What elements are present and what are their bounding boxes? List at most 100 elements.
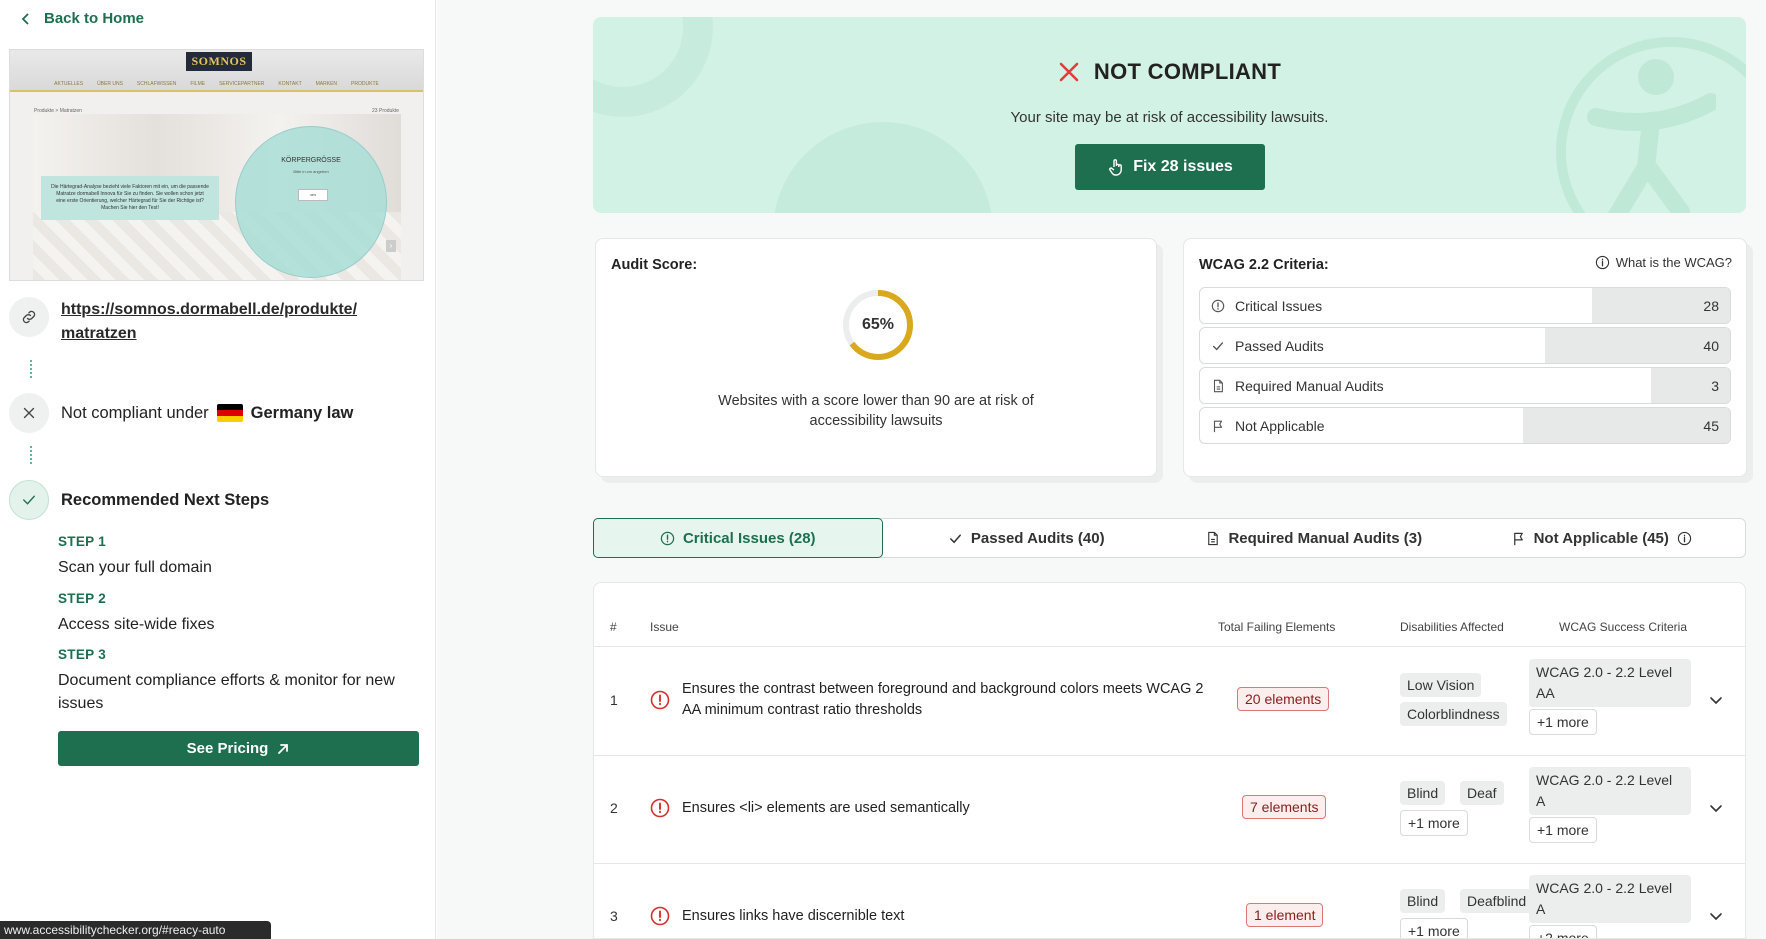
compliance-row: Not compliant under Germany law: [9, 393, 353, 433]
step-key: STEP 3: [58, 647, 107, 662]
table-row[interactable]: 1 Ensures the contrast between foreground…: [594, 647, 1745, 755]
back-label: Back to Home: [44, 10, 145, 27]
chevron-down-icon[interactable]: [1708, 908, 1724, 924]
disability-chip: Deaf: [1460, 781, 1504, 805]
tab-passed-audits[interactable]: Passed Audits (40): [883, 519, 1171, 557]
tab-label: Critical Issues (28): [682, 529, 816, 547]
back-to-home-link[interactable]: Back to Home: [20, 10, 144, 27]
info-icon: [1595, 255, 1609, 270]
divider-dots: [30, 360, 32, 378]
criteria-row-passed-audits[interactable]: Passed Audits 40: [1199, 327, 1731, 364]
next-steps-title: Recommended Next Steps: [61, 491, 270, 509]
wcag-criteria-chip: WCAG 2.0 - 2.2 Level A: [1529, 767, 1691, 815]
disability-chip: Blind: [1400, 781, 1446, 805]
criteria-label: Passed Audits: [1235, 337, 1324, 354]
disability-more-chip[interactable]: +1 more: [1400, 810, 1468, 836]
disability-more-chip[interactable]: +1 more: [1400, 918, 1468, 938]
alert-circle-icon: [650, 906, 670, 926]
close-icon: [9, 393, 49, 433]
tab-label: Passed Audits (40): [970, 529, 1105, 547]
failing-elements-badge[interactable]: 20 elements: [1237, 687, 1330, 711]
wcag-criteria-card: WCAG 2.2 Criteria: What is the WCAG? Cri…: [1183, 238, 1747, 477]
preview-menu-item: MARKEN: [315, 81, 338, 87]
not-compliant-heading: NOT COMPLIANT: [593, 59, 1746, 85]
step-key: STEP 2: [58, 591, 107, 606]
row-number: 2: [610, 800, 618, 816]
preview-card: Die Härtegrad-Analyse bezieht viele Fakt…: [41, 176, 219, 220]
check-icon: [9, 480, 49, 520]
audit-score-title: Audit Score:: [611, 257, 698, 273]
flag-icon: [1513, 532, 1523, 545]
document-icon: [1213, 379, 1223, 392]
step-value: Document compliance efforts & monitor fo…: [58, 672, 395, 712]
step-key: STEP 1: [58, 534, 107, 549]
issue-text: Ensures the contrast between foreground …: [682, 681, 1204, 718]
wcag-criteria-chip: WCAG 2.0 - 2.2 Level A: [1529, 875, 1691, 923]
wcag-more-chip[interactable]: +1 more: [1529, 817, 1597, 843]
site-preview-thumbnail: SOMNOS AKTUELLES ÜBER UNS SCHLAFWISSEN FILM…: [9, 49, 424, 281]
criteria-row-required-manual-audits[interactable]: Required Manual Audits 3: [1199, 367, 1731, 404]
table-row[interactable]: 3 Ensures links have discernible text 1 el…: [594, 863, 1745, 938]
row-number: 1: [610, 692, 618, 708]
info-icon[interactable]: [1677, 531, 1692, 546]
main-content: NOT COMPLIANT Your site may be at risk o…: [437, 0, 1766, 939]
preview-menu-item: FILME: [190, 81, 206, 87]
audit-score-card: Audit Score: 65% Websites with a score l…: [595, 238, 1157, 477]
url-row: https://somnos.dormabell.de/produkte/ ma…: [9, 297, 401, 346]
criteria-count: 40: [1703, 337, 1719, 354]
alert-circle-icon: [650, 798, 670, 818]
table-row[interactable]: 2 Ensures <li> elements are used semantic…: [594, 755, 1745, 863]
tab-not-applicable[interactable]: Not Applicable (45): [1458, 519, 1746, 557]
sidebar: Back to Home SOMNOS AKTUELLES ÜBER UNS SCH…: [0, 0, 436, 939]
criteria-label: Critical Issues: [1235, 297, 1323, 314]
url-line-2: matratzen: [61, 325, 137, 342]
preview-menu-item: KONTAKT: [278, 81, 302, 87]
flag-icon: [1213, 420, 1223, 432]
law-prefix: Not compliant under: [61, 404, 209, 422]
wcag-title: WCAG 2.2 Criteria:: [1199, 257, 1329, 273]
tab-required-manual-audits[interactable]: Required Manual Audits (3): [1170, 519, 1458, 557]
criteria-bar-fill: [1523, 408, 1730, 443]
what-is-wcag-link[interactable]: What is the WCAG?: [1595, 255, 1732, 270]
document-icon: [1208, 531, 1219, 545]
status-bar-url: www.accessibilitychecker.org/#reacy-auto: [0, 921, 271, 939]
wcag-more-chip[interactable]: +2 more: [1529, 925, 1597, 938]
see-pricing-button[interactable]: See Pricing: [58, 731, 419, 766]
chevron-down-icon[interactable]: [1708, 800, 1724, 816]
criteria-bar-fill: [1544, 328, 1730, 363]
chevron-down-icon[interactable]: [1708, 692, 1724, 708]
wcag-more-chip[interactable]: +1 more: [1529, 709, 1597, 735]
preview-circle-input: cm: [298, 189, 328, 201]
tab-critical-issues[interactable]: Critical Issues (28): [593, 518, 883, 558]
criteria-label: Not Applicable: [1235, 417, 1325, 434]
preview-circle-sub: Bitte in cm angeben: [293, 169, 329, 174]
compliance-banner: NOT COMPLIANT Your site may be at risk o…: [593, 17, 1746, 213]
fix-issues-button[interactable]: Fix 28 issues: [1075, 144, 1265, 190]
status-text: NOT COMPLIANT: [1093, 59, 1282, 84]
pointer-hand-icon: [1109, 159, 1123, 176]
criteria-row-not-applicable[interactable]: Not Applicable 45: [1199, 407, 1731, 444]
preview-menu-item: AKTUELLES: [54, 81, 84, 87]
header-failing-elements: Total Failing Elements: [1218, 620, 1336, 634]
header-issue: Issue: [650, 620, 679, 634]
scanned-url-link[interactable]: https://somnos.dormabell.de/produkte/ ma…: [61, 298, 401, 346]
score-label: 65%: [861, 316, 895, 333]
header-disabilities: Disabilities Affected: [1400, 620, 1504, 634]
preview-hero: Die Härtegrad-Analyse bezieht viele Fakt…: [33, 114, 401, 280]
x-icon: [1059, 62, 1079, 82]
issue-text: Ensures <li> elements are used semantica…: [682, 800, 970, 816]
fix-label: Fix 28 issues: [1133, 158, 1233, 175]
criteria-row-critical-issues[interactable]: Critical Issues 28: [1199, 287, 1731, 324]
disability-chip: Colorblindness: [1400, 702, 1507, 726]
failing-elements-badge[interactable]: 1 element: [1246, 903, 1324, 927]
next-steps-header: Recommended Next Steps: [9, 480, 269, 520]
preview-menu-item: PRODUKTE: [351, 81, 379, 87]
risk-text: Websites with a score lower than 90 are …: [718, 393, 1034, 429]
url-line-1: https://somnos.dormabell.de/produkte/: [61, 301, 358, 318]
pricing-label: See Pricing: [186, 740, 269, 757]
preview-menu: AKTUELLES ÜBER UNS SCHLAFWISSEN FILME SERVIC…: [10, 81, 423, 87]
step-3: STEP 3 Document compliance efforts & mon…: [58, 647, 428, 715]
link-icon: [9, 297, 49, 337]
failing-elements-badge[interactable]: 7 elements: [1242, 795, 1327, 819]
wcag-criteria-chip: WCAG 2.0 - 2.2 Level AA: [1529, 659, 1691, 707]
